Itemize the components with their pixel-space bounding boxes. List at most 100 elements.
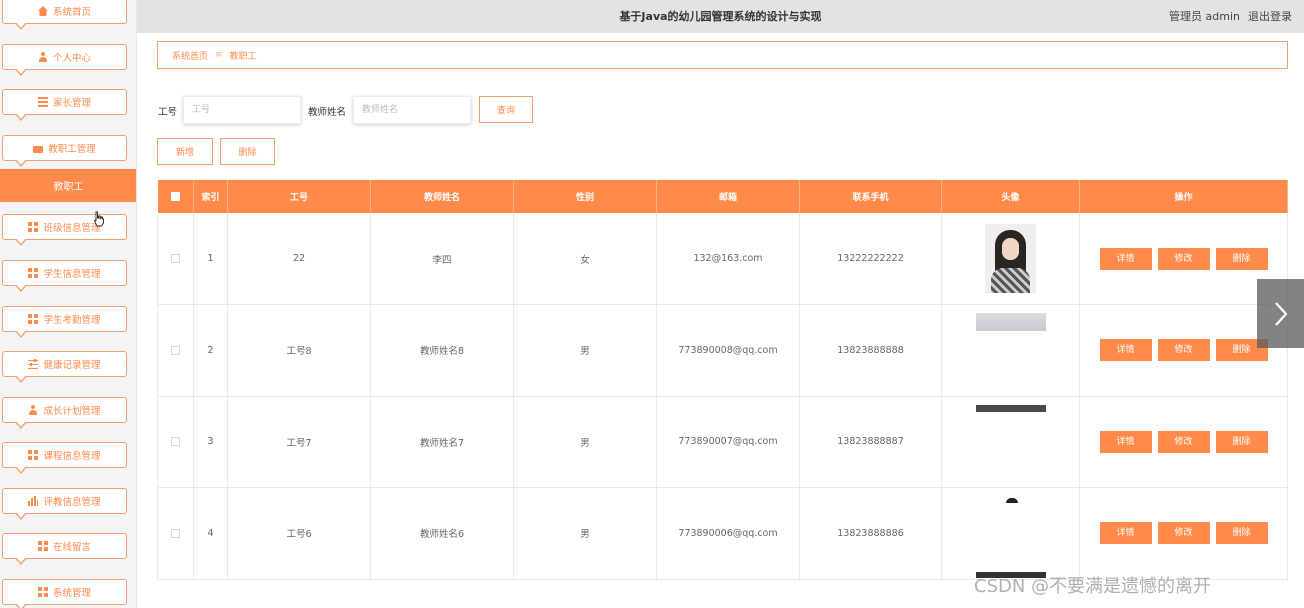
page-title: 基于Java的幼儿园管理系统的设计与实现 (619, 10, 822, 23)
sidebar-item-label: 个人中心 (52, 53, 91, 64)
next-page-arrow[interactable] (1257, 279, 1304, 348)
sidebar-item-parents[interactable]: 家长管理 (2, 89, 127, 121)
sidebar-item-growth[interactable]: 成长计划管理 (2, 397, 127, 429)
cell-teacher-name: 教师姓名8 (370, 304, 514, 397)
avatar (975, 404, 1046, 412)
edit-button[interactable]: 修改 (1157, 430, 1210, 453)
col-header-staff-id: 工号 (227, 180, 371, 213)
grid-icon (37, 541, 48, 551)
cell-phone: 13823888886 (799, 487, 942, 580)
slider-icon (28, 359, 39, 369)
edit-button[interactable]: 修改 (1157, 247, 1210, 270)
row-checkbox[interactable] (171, 254, 180, 263)
edit-button[interactable]: 修改 (1157, 522, 1210, 545)
row-checkbox[interactable] (171, 528, 180, 538)
grid-icon (28, 268, 39, 278)
sidebar-item-messages[interactable]: 在线留言 (2, 533, 127, 565)
grid-icon (28, 450, 39, 460)
cell-index: 2 (193, 304, 228, 397)
grid-icon (37, 587, 48, 597)
col-header-email: 邮箱 (656, 180, 800, 213)
sidebar-item-evaluation[interactable]: 评教信息管理 (2, 488, 127, 520)
logout-link[interactable]: 退出登录 (1248, 8, 1292, 24)
sidebar-item-home[interactable]: 系统首页 (2, 0, 127, 30)
cell-phone: 13823888888 (799, 304, 942, 397)
cell-avatar (941, 487, 1080, 580)
sidebar-item-label: 学生考勤管理 (43, 315, 101, 326)
home-icon (37, 6, 48, 16)
sidebar-item-label: 健康记录管理 (43, 360, 101, 371)
sidebar-subitem-staff[interactable]: 教职工 (0, 169, 136, 202)
select-all-checkbox[interactable] (170, 191, 180, 201)
sidebar-item-profile[interactable]: 个人中心 (2, 44, 127, 76)
cell-teacher-name: 教师姓名7 (370, 396, 514, 488)
sidebar-item-courses[interactable]: 课程信息管理 (2, 442, 127, 474)
query-button[interactable]: 查询 (479, 96, 533, 123)
select-all-cell[interactable] (157, 180, 194, 213)
table-header-row: 索引 工号 教师姓名 性别 邮箱 联系手机 头像 操作 (157, 180, 1288, 213)
breadcrumb-home[interactable]: 系统首页 (172, 49, 208, 62)
row-checkbox[interactable] (171, 437, 180, 447)
sidebar-item-students[interactable]: 学生信息管理 (2, 260, 127, 292)
sidebar-item-classes[interactable]: 班级信息管理 (2, 214, 127, 246)
cell-avatar (941, 396, 1080, 488)
sidebar-item-attendance[interactable]: 学生考勤管理 (2, 306, 127, 338)
table-row: 1 22 李四 女 132@163.com 13222222222 详情 修改 删除 (157, 213, 1288, 305)
list-icon (37, 97, 48, 107)
cell-actions: 详情 修改 删除 (1079, 396, 1288, 488)
cell-phone: 13222222222 (799, 213, 942, 305)
sidebar-item-label: 系统首页 (52, 7, 91, 18)
col-header-gender: 性别 (513, 180, 657, 213)
staff-id-input[interactable] (183, 96, 301, 124)
bar-chart-icon (28, 496, 39, 506)
cell-staff-id: 工号7 (227, 396, 371, 488)
col-header-phone: 联系手机 (799, 180, 942, 213)
detail-button[interactable]: 详情 (1099, 247, 1152, 270)
delete-button[interactable]: 删除 (1215, 247, 1268, 270)
cell-staff-id: 22 (227, 213, 371, 305)
cell-teacher-name: 李四 (370, 213, 514, 305)
delete-button[interactable]: 删除 (1215, 430, 1268, 453)
detail-button[interactable]: 详情 (1099, 522, 1152, 545)
staff-id-label: 工号 (158, 107, 178, 118)
user-icon (28, 405, 38, 415)
cell-staff-id: 工号8 (227, 304, 371, 397)
current-user: 管理员 admin (1169, 10, 1240, 23)
sidebar-item-label: 课程信息管理 (43, 451, 101, 462)
cell-email: 773890006@qq.com (656, 487, 800, 580)
cell-staff-id: 工号6 (227, 487, 371, 580)
sidebar-item-label: 系统管理 (52, 588, 91, 599)
sidebar-item-label: 家长管理 (52, 98, 91, 109)
cell-gender: 男 (513, 487, 657, 580)
teacher-name-input[interactable] (353, 96, 471, 124)
cell-avatar (941, 213, 1080, 305)
avatar (975, 488, 1046, 579)
cell-email: 773890007@qq.com (656, 396, 800, 488)
cell-teacher-name: 教师姓名6 (370, 487, 514, 580)
cell-gender: 男 (513, 396, 657, 488)
add-button[interactable]: 新增 (157, 138, 213, 165)
breadcrumb-separator: ≡ (215, 50, 223, 60)
detail-button[interactable]: 详情 (1099, 339, 1152, 362)
col-header-actions: 操作 (1079, 180, 1288, 213)
col-header-avatar: 头像 (941, 180, 1080, 213)
table-row: 4 工号6 教师姓名6 男 773890006@qq.com 138238888… (157, 487, 1288, 580)
cell-email: 132@163.com (656, 213, 800, 305)
sidebar-item-label: 班级信息管理 (43, 223, 101, 234)
avatar (975, 313, 1046, 331)
sidebar-item-health[interactable]: 健康记录管理 (2, 351, 127, 383)
delete-button[interactable]: 删除 (1215, 522, 1268, 545)
sidebar: 系统首页 个人中心 家长管理 教职工管理 教职工 班级信息管理 学生信息管理 学… (0, 0, 137, 608)
breadcrumb-current: 教职工 (229, 51, 257, 62)
row-checkbox[interactable] (171, 345, 180, 355)
edit-button[interactable]: 修改 (1157, 339, 1210, 362)
sidebar-item-staff[interactable]: 教职工管理 (2, 135, 127, 167)
detail-button[interactable]: 详情 (1099, 430, 1152, 453)
cell-index: 1 (193, 213, 228, 305)
sidebar-item-label: 评教信息管理 (43, 497, 101, 508)
sidebar-item-label: 学生信息管理 (43, 269, 101, 280)
bulk-delete-button[interactable]: 删除 (220, 138, 275, 165)
chevron-right-icon (1274, 301, 1287, 326)
briefcase-icon (33, 146, 44, 153)
sidebar-item-system[interactable]: 系统管理 (2, 579, 127, 608)
